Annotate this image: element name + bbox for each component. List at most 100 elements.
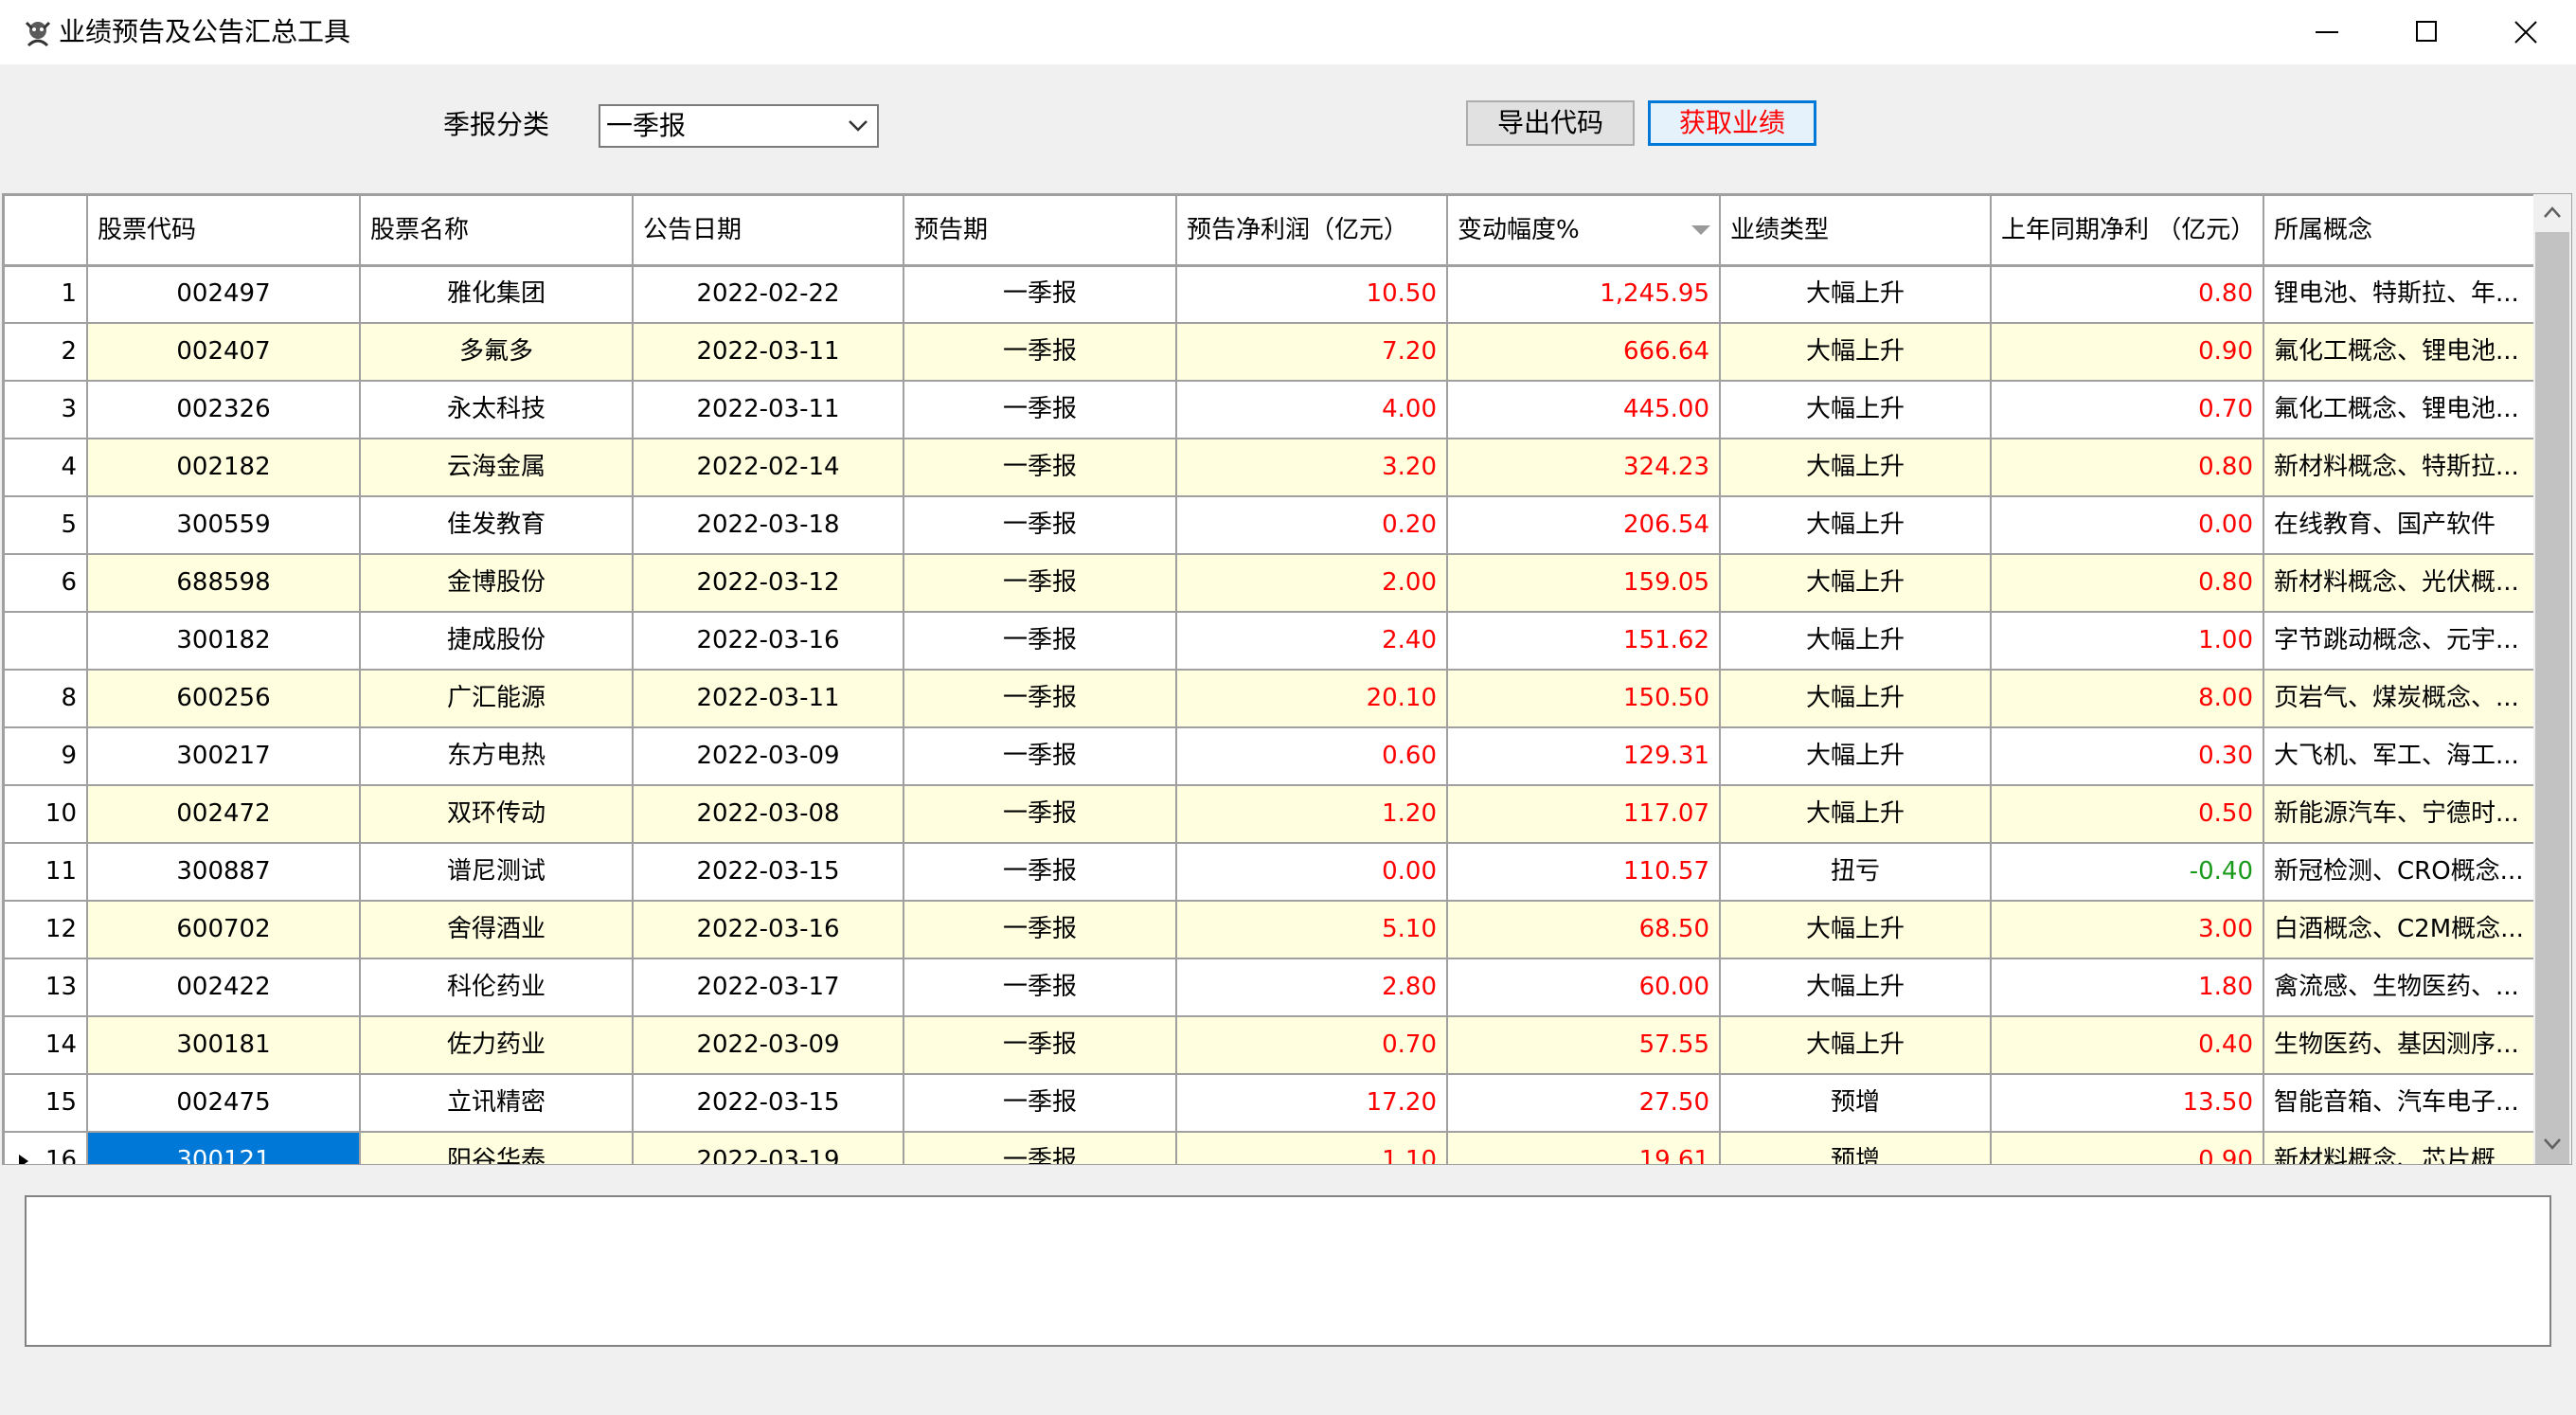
cell-forecast-profit[interactable]: 1.10 [1175, 1131, 1448, 1164]
cell-change[interactable]: 27.50 [1446, 1073, 1721, 1133]
cell-period[interactable]: 一季报 [903, 726, 1177, 786]
export-code-button[interactable]: 导出代码 [1466, 100, 1635, 146]
cell-forecast-profit[interactable]: 0.70 [1175, 1015, 1448, 1075]
cell-forecast-profit[interactable]: 2.40 [1175, 611, 1448, 671]
cell-name[interactable]: 广汇能源 [359, 669, 634, 728]
row-header[interactable]: 13 [3, 958, 88, 1017]
cell-date[interactable]: 2022-03-11 [632, 322, 904, 382]
cell-code[interactable]: 300217 [86, 726, 361, 786]
cell-last-profit[interactable]: 0.50 [1990, 784, 2264, 844]
table-row[interactable]: 300182 捷成股份 2022-03-16 一季报 2.40 151.62 大幅上升 1.0… [3, 611, 2539, 671]
cell-concept[interactable]: 氟化工概念、锂电池... [2263, 322, 2539, 382]
cell-concept[interactable]: 新冠检测、CRO概念... [2263, 842, 2539, 902]
cell-code[interactable]: 300887 [86, 842, 361, 902]
row-header[interactable]: 6 [3, 553, 88, 613]
row-header[interactable]: 10 [3, 784, 88, 844]
cell-concept[interactable]: 新材料概念、特斯拉... [2263, 438, 2539, 497]
cell-change[interactable]: 1,245.95 [1446, 264, 1721, 324]
cell-code[interactable]: 002182 [86, 438, 361, 497]
cell-last-profit[interactable]: 0.90 [1990, 322, 2264, 382]
cell-type[interactable]: 大幅上升 [1719, 784, 1992, 844]
table-row[interactable]: 14 300181 佐力药业 2022-03-09 一季报 0.70 57.55 大幅上升 0.… [3, 1015, 2539, 1075]
cell-type[interactable]: 扭亏 [1719, 842, 1992, 902]
cell-name[interactable]: 永太科技 [359, 380, 634, 439]
scrollbar-thumb[interactable] [2535, 232, 2569, 1164]
table-row[interactable]: 8 600256 广汇能源 2022-03-11 一季报 20.10 150.50 大幅上升 8… [3, 669, 2539, 728]
cell-code[interactable]: 300121 [86, 1131, 361, 1164]
row-header[interactable]: 9 [3, 726, 88, 786]
results-grid[interactable]: 股票代码 股票名称 公告日期 预告期 预告净利润（亿元） 变动幅度% 业绩类型 … [2, 193, 2572, 1165]
cell-date[interactable]: 2022-03-11 [632, 669, 904, 728]
cell-type[interactable]: 大幅上升 [1719, 380, 1992, 439]
cell-forecast-profit[interactable]: 2.80 [1175, 958, 1448, 1017]
cell-type[interactable]: 大幅上升 [1719, 726, 1992, 786]
season-select[interactable]: 一季报 [599, 104, 879, 148]
cell-code[interactable]: 002422 [86, 958, 361, 1017]
cell-code[interactable]: 002326 [86, 380, 361, 439]
table-row[interactable]: 4 002182 云海金属 2022-02-14 一季报 3.20 324.23 大幅上升 0.… [3, 438, 2539, 497]
cell-period[interactable]: 一季报 [903, 495, 1177, 555]
cell-change[interactable]: 117.07 [1446, 784, 1721, 844]
col-header-last-profit[interactable]: 上年同期净利 （亿元） [1990, 194, 2264, 267]
fetch-results-button[interactable]: 获取业绩 [1648, 100, 1816, 146]
cell-forecast-profit[interactable]: 17.20 [1175, 1073, 1448, 1133]
cell-period[interactable]: 一季报 [903, 669, 1177, 728]
output-textarea[interactable] [25, 1195, 2551, 1347]
cell-date[interactable]: 2022-03-09 [632, 1015, 904, 1075]
cell-last-profit[interactable]: 1.80 [1990, 958, 2264, 1017]
cell-code[interactable]: 002475 [86, 1073, 361, 1133]
cell-last-profit[interactable]: 0.40 [1990, 1015, 2264, 1075]
cell-code[interactable]: 002497 [86, 264, 361, 324]
col-header-change[interactable]: 变动幅度% [1446, 194, 1721, 267]
cell-name[interactable]: 双环传动 [359, 784, 634, 844]
cell-type[interactable]: 大幅上升 [1719, 495, 1992, 555]
cell-date[interactable]: 2022-03-09 [632, 726, 904, 786]
cell-period[interactable]: 一季报 [903, 1073, 1177, 1133]
cell-date[interactable]: 2022-03-19 [632, 1131, 904, 1164]
cell-last-profit[interactable]: 0.80 [1990, 264, 2264, 324]
cell-type[interactable]: 大幅上升 [1719, 611, 1992, 671]
cell-change[interactable]: 68.50 [1446, 900, 1721, 959]
cell-last-profit[interactable]: 0.70 [1990, 380, 2264, 439]
row-header[interactable]: 5 [3, 495, 88, 555]
cell-forecast-profit[interactable]: 5.10 [1175, 900, 1448, 959]
cell-last-profit[interactable]: 1.00 [1990, 611, 2264, 671]
cell-date[interactable]: 2022-03-08 [632, 784, 904, 844]
cell-date[interactable]: 2022-03-11 [632, 380, 904, 439]
row-header[interactable]: 14 [3, 1015, 88, 1075]
cell-date[interactable]: 2022-02-22 [632, 264, 904, 324]
table-row[interactable]: 15 002475 立讯精密 2022-03-15 一季报 17.20 27.50 预增 13.… [3, 1073, 2539, 1133]
cell-concept[interactable]: 新材料概念、芯片概... [2263, 1131, 2539, 1164]
cell-period[interactable]: 一季报 [903, 611, 1177, 671]
cell-date[interactable]: 2022-03-18 [632, 495, 904, 555]
cell-last-profit[interactable]: 0.30 [1990, 726, 2264, 786]
cell-concept[interactable]: 白酒概念、C2M概念... [2263, 900, 2539, 959]
cell-concept[interactable]: 大飞机、军工、海工... [2263, 726, 2539, 786]
scroll-up-button[interactable] [2533, 194, 2571, 232]
cell-period[interactable]: 一季报 [903, 958, 1177, 1017]
scroll-down-button[interactable] [2533, 1126, 2571, 1164]
cell-name[interactable]: 佐力药业 [359, 1015, 634, 1075]
cell-type[interactable]: 大幅上升 [1719, 553, 1992, 613]
cell-change[interactable]: 57.55 [1446, 1015, 1721, 1075]
cell-period[interactable]: 一季报 [903, 784, 1177, 844]
cell-concept[interactable]: 氟化工概念、锂电池... [2263, 380, 2539, 439]
cell-change[interactable]: 19.61 [1446, 1131, 1721, 1164]
cell-change[interactable]: 60.00 [1446, 958, 1721, 1017]
row-header[interactable]: 16 [3, 1131, 88, 1164]
cell-type[interactable]: 预增 [1719, 1131, 1992, 1164]
cell-period[interactable]: 一季报 [903, 553, 1177, 613]
close-button[interactable] [2476, 0, 2576, 64]
row-header[interactable]: 2 [3, 322, 88, 382]
cell-name[interactable]: 雅化集团 [359, 264, 634, 324]
cell-period[interactable]: 一季报 [903, 842, 1177, 902]
cell-date[interactable]: 2022-03-12 [632, 553, 904, 613]
cell-date[interactable]: 2022-03-15 [632, 842, 904, 902]
cell-change[interactable]: 129.31 [1446, 726, 1721, 786]
table-row[interactable]: 1 002497 雅化集团 2022-02-22 一季报 10.50 1,245.95 大幅上… [3, 264, 2539, 324]
row-header[interactable]: 11 [3, 842, 88, 902]
cell-period[interactable]: 一季报 [903, 438, 1177, 497]
cell-change[interactable]: 159.05 [1446, 553, 1721, 613]
vertical-scrollbar[interactable] [2533, 194, 2571, 1164]
cell-last-profit[interactable]: 0.00 [1990, 495, 2264, 555]
